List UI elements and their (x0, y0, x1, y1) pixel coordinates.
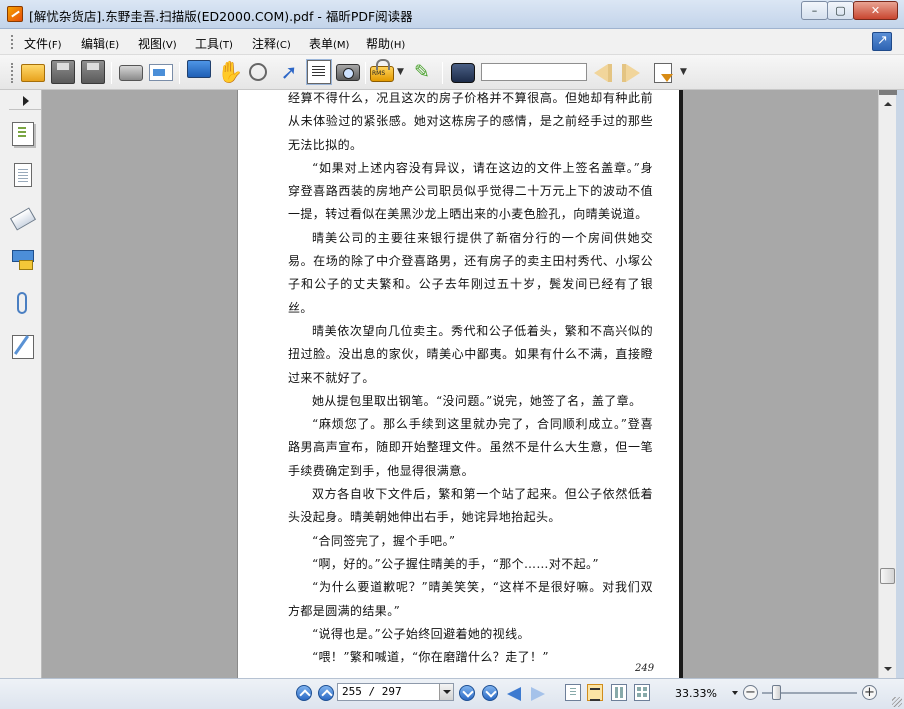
save-as-icon[interactable] (81, 60, 105, 84)
bookmarks-icon[interactable] (9, 207, 37, 231)
minimize-button[interactable]: – (801, 1, 828, 20)
status-bar: 255 / 297 33.33% − + (0, 678, 904, 709)
menubar-grip-icon[interactable] (11, 35, 14, 49)
single-page-layout-icon[interactable] (565, 684, 581, 701)
title-bar: [解忧杂货店].东野圭吾.扫描版(ED2000.COM).pdf - 福昕PDF… (0, 0, 904, 29)
zoom-dropdown-icon[interactable] (732, 691, 738, 695)
fullscreen-icon[interactable] (187, 60, 211, 78)
select-arrow-icon[interactable]: ➚ (277, 60, 301, 84)
page-paragraph: “喂！”繁和喊道，“你在磨蹭什么？走了！” (312, 650, 549, 665)
hand-tool-icon[interactable]: ✋ (217, 60, 243, 84)
page-number-label: 249 (635, 663, 655, 674)
vertical-scrollbar[interactable] (878, 90, 897, 678)
page-text: 经算不得什么，况且这次的房子价格并不算很高。但她却有种此前从未体验过的紧张感。她… (288, 90, 653, 669)
page-number-field[interactable]: 255 / 297 (337, 683, 454, 701)
zoom-out-icon[interactable]: − (743, 685, 758, 700)
sign-check-icon[interactable]: ✎ (410, 60, 434, 84)
menu-edit[interactable]: 编辑(E) (81, 35, 119, 52)
page-dropdown-icon[interactable] (439, 684, 453, 700)
email-icon[interactable] (149, 64, 173, 81)
resize-grip-icon[interactable] (892, 697, 902, 707)
pages-thumbnails-icon[interactable] (12, 122, 34, 146)
pdf-page[interactable]: 经算不得什么，况且这次的房子价格并不算很高。但她却有种此前从未体验过的紧张感。她… (237, 90, 683, 678)
open-folder-icon[interactable] (21, 64, 45, 82)
rms-dropdown-icon[interactable]: ▼ (397, 60, 405, 84)
toolbar-separator (179, 62, 180, 84)
zoom-slider-thumb[interactable] (772, 685, 782, 700)
previous-page-icon[interactable] (318, 685, 334, 701)
page-icon[interactable] (14, 163, 32, 187)
save-icon[interactable] (51, 60, 75, 84)
page-paragraph: “为什么要道歉呢？”晴美笑笑，“这样不是很好嘛。对我们双方都是圆满的结果。” (288, 580, 653, 618)
window-controls: – ▢ ✕ (801, 1, 898, 20)
facing-layout-icon[interactable] (611, 684, 627, 701)
scroll-down-arrow-icon[interactable] (879, 661, 896, 678)
find-binoculars-icon[interactable] (451, 63, 475, 83)
maximize-button[interactable]: ▢ (827, 1, 854, 20)
page-paragraph: “如果对上述内容没有异议，请在这边的文件上签名盖章。”身穿登喜路西装的房地产公司… (288, 160, 653, 222)
page-paragraph: 晴美依次望向几位卖主。秀代和公子低着头，繁和不高兴似的扭过脸。没出息的家伙，晴美… (288, 323, 653, 385)
find-options-icon[interactable] (654, 63, 673, 83)
find-previous-icon[interactable] (592, 63, 616, 82)
zoom-in-icon[interactable]: + (862, 685, 877, 700)
page-paragraph: 她从提包里取出钢笔。“没问题。”说完，她签了名，盖了章。 (312, 393, 642, 408)
toolbar-separator (442, 62, 443, 84)
rms-label: RMS (372, 70, 386, 77)
restore-document-icon[interactable] (872, 32, 892, 51)
find-next-icon[interactable] (620, 63, 644, 82)
page-paragraph: 经算不得什么，况且这次的房子价格并不算很高。但她却有种此前从未体验过的紧张感。她… (288, 91, 653, 152)
page-paragraph: 双方各自收下文件后，繁和第一个站了起来。但公子依然低着头没起身。晴美朝她伸出右手… (288, 487, 653, 525)
page-paragraph: “合同签完了，握个手吧。” (312, 533, 456, 548)
window-title: [解忧杂货店].东野圭吾.扫描版(ED2000.COM).pdf - 福昕PDF… (29, 9, 413, 24)
next-page-icon[interactable] (459, 685, 475, 701)
attachments-paperclip-icon[interactable] (17, 292, 27, 314)
close-button[interactable]: ✕ (853, 1, 898, 20)
menu-view[interactable]: 视图(V) (138, 35, 177, 52)
continuous-facing-layout-icon[interactable] (634, 684, 650, 701)
search-input[interactable] (481, 63, 587, 81)
select-text-icon[interactable] (306, 59, 332, 85)
first-page-icon[interactable] (296, 685, 312, 701)
go-back-icon[interactable] (507, 687, 521, 701)
menu-bar: 文件(F) 编辑(E) 视图(V) 工具(T) 注释(C) 表单(M) 帮助(H… (0, 29, 904, 55)
continuous-layout-icon[interactable] (587, 684, 603, 701)
menu-tools[interactable]: 工具(T) (195, 35, 233, 52)
page-paragraph: “麻烦您了。那么手续到这里就办完了，合同顺利成立。”登喜路男高声宣布，随即开始整… (288, 417, 653, 478)
toolbar-separator (111, 62, 112, 84)
document-view[interactable]: 经算不得什么，况且这次的房子价格并不算很高。但她却有种此前从未体验过的紧张感。她… (42, 90, 878, 678)
go-forward-icon[interactable] (531, 687, 545, 701)
menu-form[interactable]: 表单(M) (309, 35, 349, 52)
page-paragraph: 晴美公司的主要往来银行提供了新宿分行的一个房间供她交易。在场的除了中介登喜路男，… (288, 230, 653, 315)
foxit-app-icon[interactable] (7, 6, 23, 22)
find-options-dropdown-icon[interactable]: ▼ (680, 60, 688, 84)
zoom-level[interactable]: 33.33% (675, 687, 717, 700)
print-icon[interactable] (119, 65, 143, 81)
menu-help[interactable]: 帮助(H) (366, 35, 405, 52)
signature-edit-icon[interactable] (12, 335, 34, 359)
scrollbar-thumb[interactable] (880, 568, 895, 584)
comments-icon[interactable] (12, 250, 34, 270)
menu-comment[interactable]: 注释(C) (252, 35, 291, 52)
scroll-up-arrow-icon[interactable] (879, 95, 896, 112)
menu-file[interactable]: 文件(F) (24, 35, 62, 52)
panel-expand-icon[interactable] (9, 92, 41, 110)
main-toolbar: ✋ ➚ RMS ▼ ✎ (0, 55, 904, 90)
snapshot-camera-icon[interactable] (336, 64, 360, 81)
toolbar-grip-icon[interactable] (11, 63, 14, 83)
rms-lock-icon[interactable]: RMS (370, 59, 394, 82)
navigation-panel (0, 90, 42, 678)
page-number-value: 255 / 297 (342, 685, 402, 698)
page-paragraph: “啊，好的。”公子握住晴美的手，“那个……对不起。” (312, 556, 599, 571)
zoom-tool-icon[interactable] (249, 63, 267, 81)
page-paragraph: “说得也是。”公子始终回避着她的视线。 (312, 626, 530, 641)
last-page-icon[interactable] (482, 685, 498, 701)
toolbar-separator (365, 62, 366, 84)
